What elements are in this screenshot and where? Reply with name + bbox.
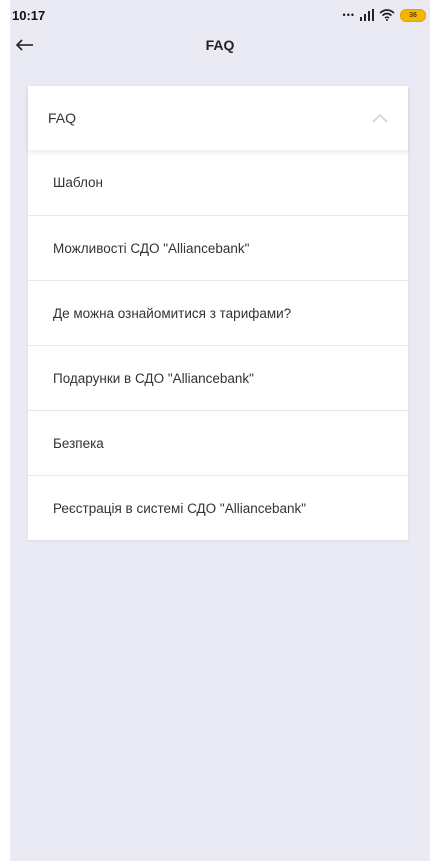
- status-time: 10:17: [12, 7, 46, 23]
- faq-section-title: FAQ: [48, 110, 77, 126]
- signal-icon: [360, 9, 374, 21]
- wifi-icon: [379, 9, 395, 21]
- battery-icon: 36: [400, 8, 426, 22]
- page-title: FAQ: [205, 37, 235, 53]
- faq-list: Шаблон Можливості СДО "Alliancebank" Де …: [28, 150, 408, 540]
- back-button[interactable]: [16, 30, 56, 60]
- faq-item-template[interactable]: Шаблон: [28, 150, 408, 215]
- faq-item-security[interactable]: Безпека: [28, 410, 408, 475]
- arrow-left-icon: [16, 39, 33, 51]
- faq-card: FAQ Шаблон Можливості СДО "Alliancebank"…: [28, 86, 408, 540]
- faq-item-tariffs[interactable]: Де можна ознайомитися з тарифами?: [28, 280, 408, 345]
- battery-level: 36: [409, 11, 417, 19]
- faq-item-registration[interactable]: Реєстрація в системі СДО "Alliancebank": [28, 475, 408, 540]
- signal-dots: •••: [342, 10, 355, 20]
- app-screen: 10:17 ••• 36 FAQ FAQ Шаблон Можливості С…: [10, 0, 430, 861]
- app-header: FAQ: [10, 30, 430, 60]
- chevron-up-icon: [372, 113, 388, 123]
- faq-section-header[interactable]: FAQ: [28, 86, 408, 150]
- status-bar: 10:17 ••• 36: [10, 0, 430, 30]
- status-icons: ••• 36: [342, 8, 426, 22]
- faq-item-gifts[interactable]: Подарунки в СДО "Alliancebank": [28, 345, 408, 410]
- faq-item-features[interactable]: Можливості СДО "Alliancebank": [28, 215, 408, 280]
